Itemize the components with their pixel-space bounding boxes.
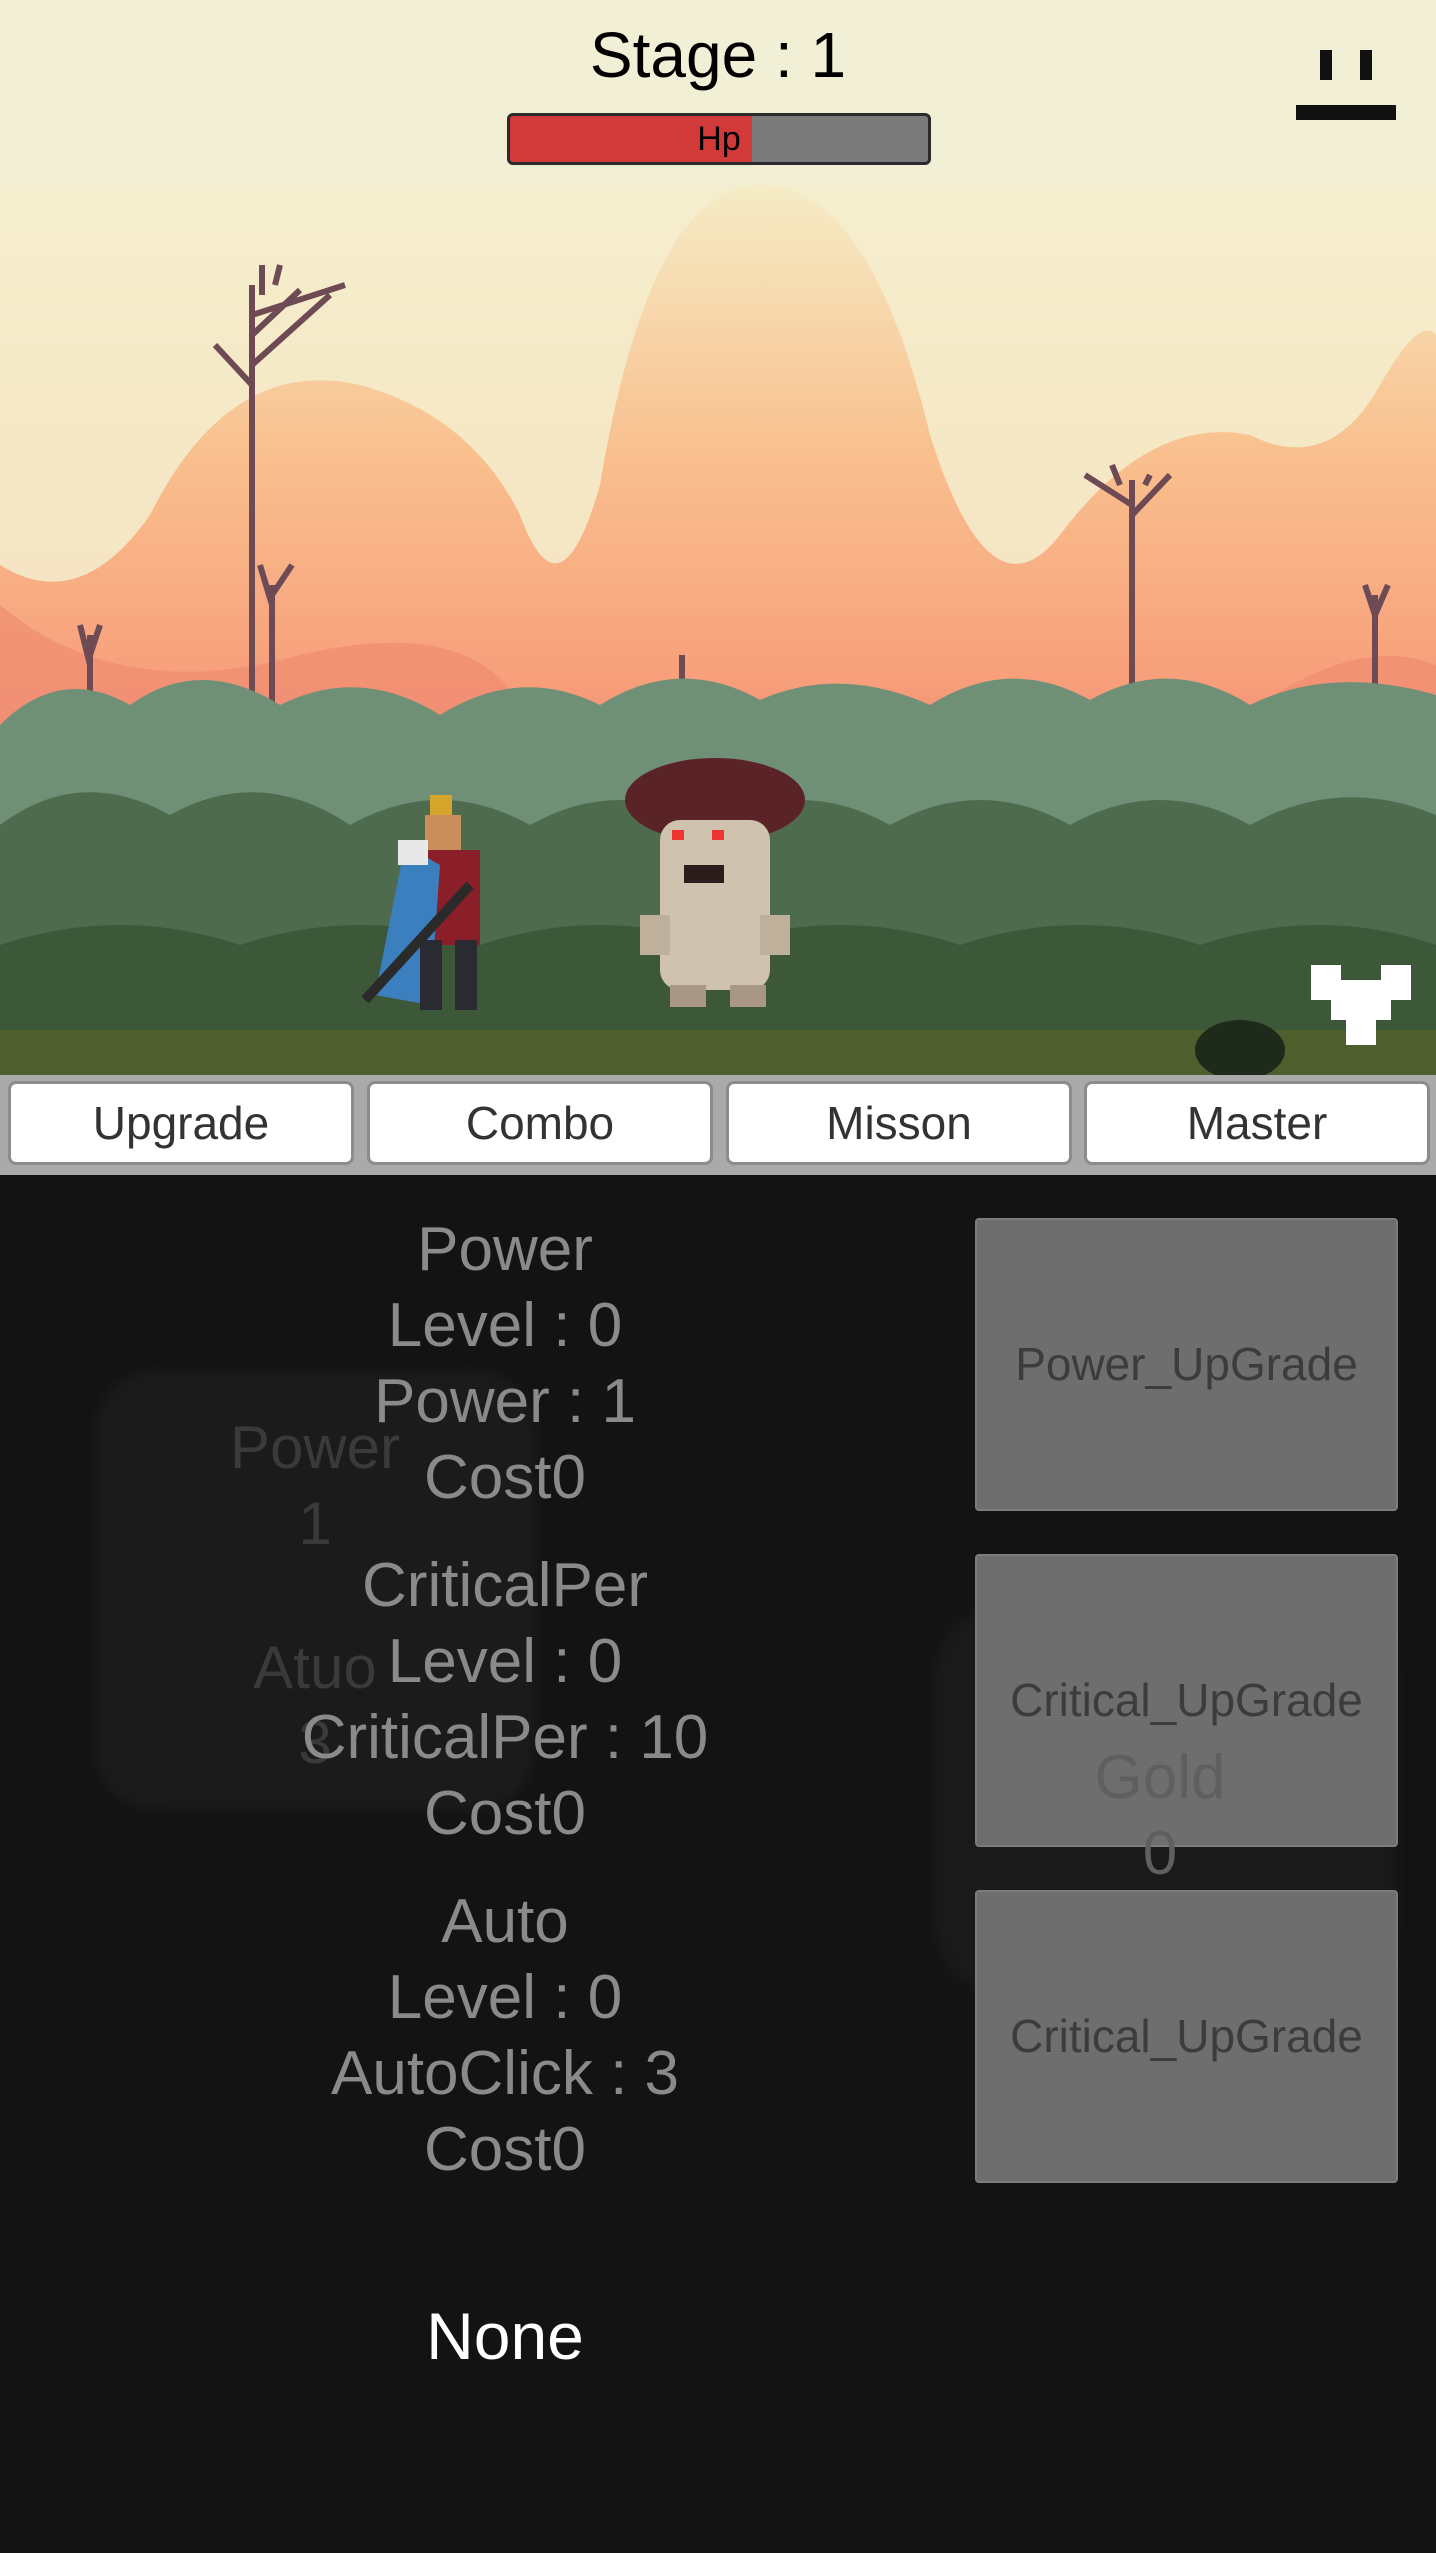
stat-cost: Cost0 [424,1443,586,1512]
gold-value: 0 [1142,1819,1178,1888]
stat-level: Level : 0 [387,1291,623,1360]
tab-master[interactable]: Master [1084,1081,1430,1165]
status-text: None [426,2299,584,2373]
heart-icon[interactable] [1306,960,1416,1050]
stat-value: CriticalPer : 10 [301,1703,709,1772]
stat-cost: Cost0 [424,1779,586,1848]
stage-title: Stage : 1 [589,19,847,91]
tab-bar: Upgrade Combo Misson Master [0,1075,1436,1175]
tab-misson[interactable]: Misson [726,1081,1072,1165]
gold-label: Gold [1094,1743,1226,1812]
tab-upgrade[interactable]: Upgrade [8,1081,354,1165]
stat-level: Level : 0 [387,1627,623,1696]
power-stat: Power Level : 0 Power : 1 Cost0 [205,1212,805,1516]
stat-level: Level : 0 [387,1963,623,2032]
stat-title: CriticalPer [362,1551,648,1620]
pause-icon[interactable] [1296,50,1396,125]
hp-label: Hp [697,120,741,158]
stat-title: Auto [441,1887,569,1956]
power-upgrade-button[interactable]: Power_UpGrade [975,1218,1398,1511]
critical-stat: CriticalPer Level : 0 CriticalPer : 10 C… [205,1548,805,1852]
stat-value: Power : 1 [374,1367,636,1436]
auto-stat: Auto Level : 0 AutoClick : 3 Cost0 [205,1884,805,2188]
tab-combo[interactable]: Combo [367,1081,713,1165]
auto-upgrade-button[interactable]: Critical_UpGrade [975,1890,1398,2183]
scene-background [0,185,1436,1075]
stat-title: Power [417,1215,593,1284]
stat-cost: Cost0 [424,2115,586,2184]
top-bar: Stage : 1 Hp [0,0,1436,185]
stat-value: AutoClick : 3 [330,2039,680,2108]
battle-scene[interactable] [0,185,1436,1075]
enemy-hp-bar: Hp [507,113,931,165]
